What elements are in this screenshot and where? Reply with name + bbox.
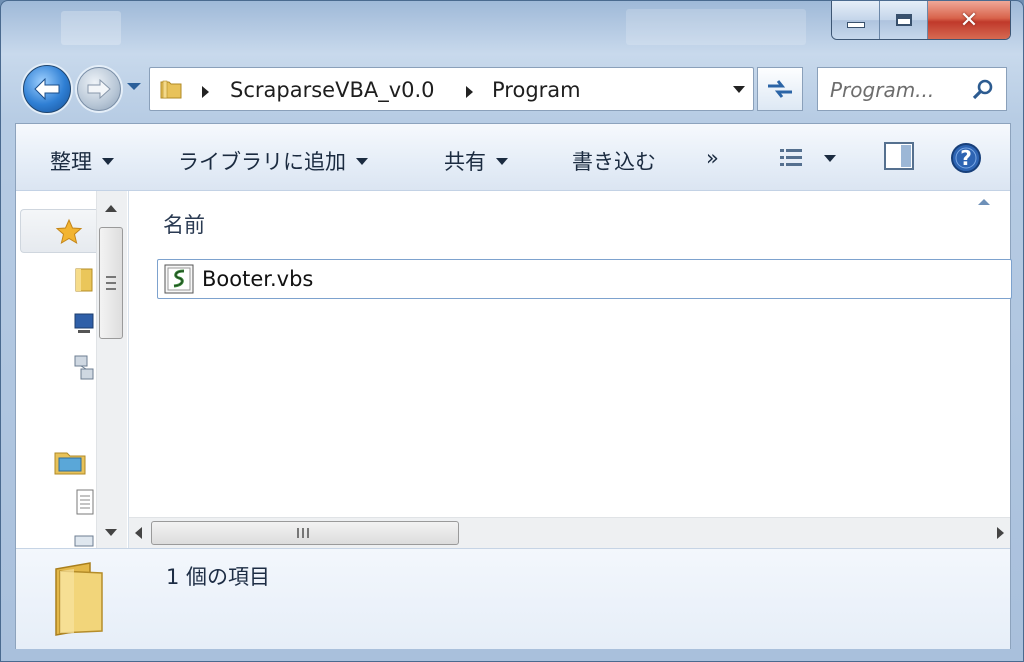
address-bar[interactable]: ScraparseVBA_v0.0 Program [149,67,754,111]
help-icon: ? [951,143,981,173]
file-list: 名前 Booter.vbs [129,191,1012,548]
chevron-down-icon [356,157,368,165]
help-button[interactable]: ? [950,142,982,178]
view-list-icon [780,149,836,166]
change-view-button[interactable] [780,148,840,172]
search-icon[interactable] [972,78,994,100]
libraries-icon[interactable] [54,447,86,475]
breadcrumb-item[interactable]: Program [492,78,581,102]
vbscript-file-icon [164,264,194,294]
favorites-item[interactable] [20,209,97,253]
file-list-horizontal-scrollbar[interactable] [129,517,1010,548]
more-commands-button[interactable]: » [706,146,719,170]
preview-pane-icon [884,142,914,170]
maximize-button[interactable] [880,1,928,39]
navigation-bar: ScraparseVBA_v0.0 Program [1,59,1023,121]
close-icon: ✕ [959,7,979,33]
back-button[interactable] [23,65,71,113]
breadcrumb-separator-icon[interactable] [202,86,209,98]
column-header-name[interactable]: 名前 [163,209,205,239]
document-icon[interactable] [76,489,94,515]
star-icon [55,218,83,245]
minimize-icon [846,22,865,28]
network-icon[interactable] [74,355,94,381]
svg-text:?: ? [960,146,972,170]
navigation-vertical-scrollbar[interactable] [96,191,127,548]
breadcrumb-item[interactable]: ScraparseVBA_v0.0 [230,78,435,102]
refresh-button[interactable] [757,67,803,111]
burn-button[interactable]: 書き込む [572,146,656,176]
search-box[interactable] [817,67,1007,111]
chevron-down-icon [102,157,114,165]
command-bar: 整理 ライブラリに追加 共有 書き込む » ? [16,124,1010,191]
scroll-up-icon[interactable] [105,205,117,212]
scroll-thumb[interactable] [99,227,123,339]
scroll-down-icon[interactable] [105,529,117,536]
caption-buttons: ✕ [831,1,1011,40]
background-blur [626,9,806,45]
background-blur [61,11,121,45]
scroll-thumb[interactable] [151,521,459,545]
back-arrow-icon [34,78,60,100]
minimize-button[interactable] [832,1,880,39]
desktop-icon[interactable] [74,313,94,335]
organize-menu-button[interactable]: 整理 [50,146,114,176]
close-button[interactable]: ✕ [928,1,1010,39]
details-pane: 1 個の項目 [16,548,1010,649]
folder-icon [160,80,182,99]
file-name: Booter.vbs [202,267,314,291]
scroll-left-icon[interactable] [135,527,142,539]
add-to-library-label: ライブラリに追加 [178,150,346,174]
file-row[interactable]: Booter.vbs [157,259,1012,299]
chevron-down-icon [496,157,508,165]
forward-arrow-icon [87,79,111,99]
title-bar[interactable]: ✕ [1,1,1023,46]
more-label: » [706,146,719,170]
item-count-status: 1 個の項目 [166,565,271,589]
navigation-pane [16,191,129,548]
grip-icon [106,276,116,290]
maximize-icon [895,14,912,26]
share-label: 共有 [444,150,486,174]
refresh-icon [768,80,792,98]
folder-icon[interactable] [74,267,94,293]
explorer-content: 整理 ライブラリに追加 共有 書き込む » ? 名前 Booter.vbs 1 … [15,123,1012,649]
breadcrumb-separator-icon[interactable] [466,86,473,98]
sort-indicator-icon [978,199,990,205]
burn-label: 書き込む [572,150,656,174]
scroll-right-icon[interactable] [997,527,1004,539]
organize-label: 整理 [50,150,92,174]
share-button[interactable]: 共有 [444,146,508,176]
grip-icon [297,528,309,538]
search-input[interactable] [828,76,972,104]
preview-pane-button[interactable] [884,142,914,174]
forward-button[interactable] [77,67,121,111]
recent-pages-dropdown[interactable] [127,83,141,90]
folder-icon [55,562,103,636]
explorer-window: ✕ ScraparseVBA_v0.0 Program Program... 整… [0,0,1024,662]
music-icon[interactable] [74,535,94,547]
add-to-library-button[interactable]: ライブラリに追加 [178,146,368,176]
address-history-dropdown[interactable] [733,86,745,93]
